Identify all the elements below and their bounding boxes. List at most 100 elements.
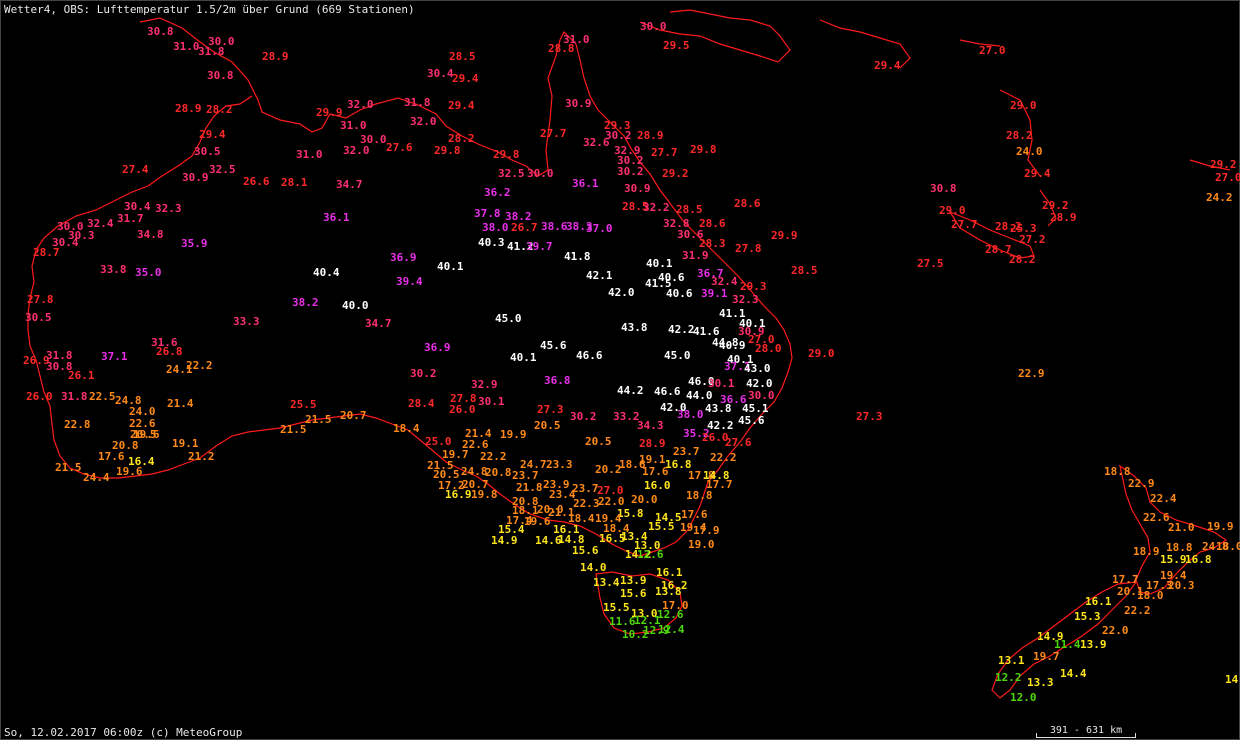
station-reading: 22.2 [710,451,737,464]
station-reading: 34.7 [336,178,363,191]
station-reading: 29.4 [448,99,475,112]
station-reading: 17.6 [98,450,125,463]
station-reading: 15.6 [620,587,647,600]
station-reading: 29.2 [662,167,689,180]
station-reading: 27.0 [1215,171,1240,184]
station-reading: 38.0 [482,221,509,234]
station-reading: 27.8 [27,293,54,306]
station-reading: 42.1 [586,269,613,282]
station-reading: 20.0 [631,493,658,506]
station-reading: 40.4 [313,266,340,279]
station-reading: 32.5 [209,163,236,176]
station-reading: 31.7 [117,212,144,225]
station-reading: 30.9 [182,171,209,184]
station-reading: 30.2 [410,367,437,380]
station-reading: 40.0 [342,299,369,312]
station-reading: 22.9 [1128,477,1155,490]
station-reading: 28.5 [449,50,476,63]
station-reading: 23.3 [546,458,573,471]
station-reading: 27.5 [917,257,944,270]
station-reading: 29.4 [452,72,479,85]
station-reading: 30.2 [605,129,632,142]
station-reading: 27.7 [540,127,567,140]
station-reading: 46.6 [654,385,681,398]
station-reading: 18.4 [393,422,420,435]
station-reading: 27.0 [979,44,1006,57]
station-reading: 29.3 [740,280,767,293]
station-reading: 38.0 [677,408,704,421]
station-reading: 11.6 [609,615,636,628]
station-reading: 31.8 [404,96,431,109]
station-reading: 13.1 [998,654,1025,667]
station-reading: 28.2 [206,103,233,116]
scale-bar-line [1036,737,1136,738]
station-reading: 39.4 [396,275,423,288]
station-reading: 13.9 [1080,638,1107,651]
station-reading: 32.2 [643,201,670,214]
station-reading: 15.6 [572,544,599,557]
station-reading: 12.2 [995,671,1022,684]
station-reading: 44.2 [617,384,644,397]
station-reading: 30.0 [640,20,667,33]
station-reading: 30.0 [527,167,554,180]
station-reading: 34.8 [137,228,164,241]
station-reading: 26.1 [68,369,95,382]
scale-bar-tick-left [1036,733,1037,738]
station-reading: 30.8 [930,182,957,195]
station-reading: 40.6 [666,287,693,300]
station-reading: 27.6 [386,141,413,154]
station-reading: 18.8 [1104,465,1131,478]
station-reading: 16.1 [656,566,683,579]
station-reading: 20.3 [1168,579,1195,592]
station-reading: 29.0 [939,204,966,217]
station-reading: 27.8 [735,242,762,255]
station-reading: 40.1 [437,260,464,273]
station-reading: 13.4 [593,576,620,589]
station-reading: 22.2 [1124,604,1151,617]
station-reading: 15.5 [648,520,675,533]
station-reading: 28.8 [548,42,575,55]
station-reading: 20.8 [485,466,512,479]
station-reading: 31.0 [296,148,323,161]
station-reading: 26.0 [26,390,53,403]
station-reading: 39.1 [701,287,728,300]
station-reading: 17.6 [681,508,708,521]
station-reading: 37.1 [101,350,128,363]
station-reading: 27.3 [537,403,564,416]
station-reading: 40.1 [510,351,537,364]
station-reading: 29.8 [434,144,461,157]
station-reading: 14.4 [1060,667,1087,680]
station-reading: 28.7 [33,246,60,259]
scale-bar-label: 391 - 631 km [1049,725,1123,736]
station-reading: 14.9 [491,534,518,547]
station-reading: 28.6 [734,197,761,210]
station-reading: 33.2 [613,410,640,423]
station-reading: 33.3 [233,315,260,328]
station-reading: 29.0 [1010,99,1037,112]
station-reading: 35.9 [181,237,208,250]
station-reading: 36.1 [323,211,350,224]
station-reading: 12.4 [658,623,685,636]
station-reading: 22.6 [1143,511,1170,524]
station-reading: 27.7 [651,146,678,159]
station-reading: 16.0 [644,479,671,492]
station-reading: 19.6 [116,465,143,478]
station-reading: 38.2 [292,296,319,309]
station-reading: 18.9 [1133,545,1160,558]
station-reading: 31.8 [198,45,225,58]
station-reading: 36.8 [544,374,571,387]
station-reading: 21.8 [516,481,543,494]
station-reading: 24.2 [1206,191,1233,204]
station-reading: 22.4 [1150,492,1177,505]
station-reading: 19.1 [172,437,199,450]
station-reading: 29.4 [199,128,226,141]
station-reading: 20.7 [340,409,367,422]
station-reading: 36.9 [390,251,417,264]
map-timestamp: So, 12.02.2017 06:00z (c) MeteoGroup [4,726,243,739]
station-reading: 30.9 [624,182,651,195]
station-reading: 42.0 [608,286,635,299]
station-reading: 31.0 [173,40,200,53]
station-reading: 23.4 [549,488,576,501]
station-reading: 13.8 [655,585,682,598]
station-reading: 22.3 [573,497,600,510]
